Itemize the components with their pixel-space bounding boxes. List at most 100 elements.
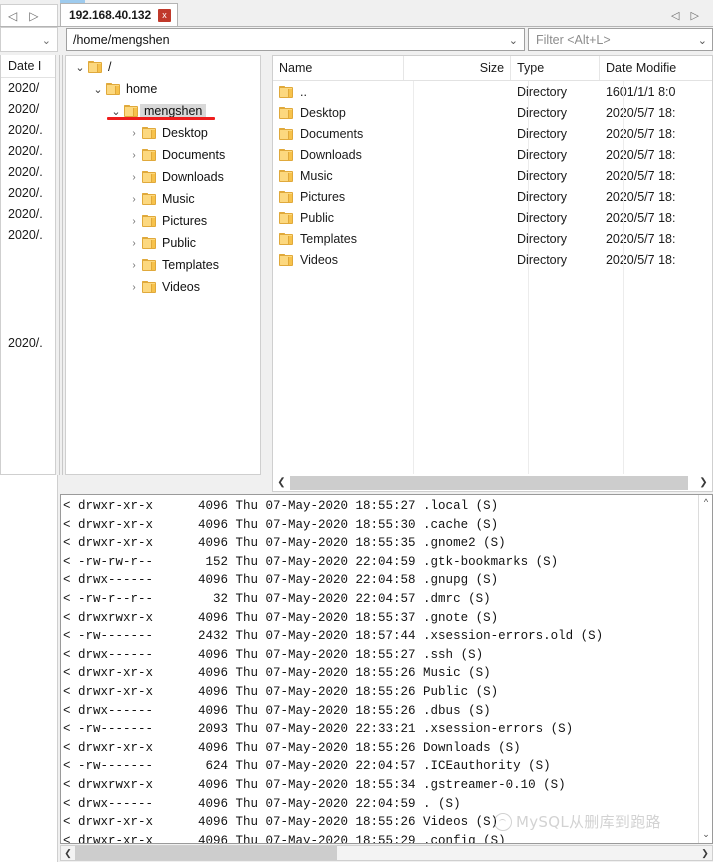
file-size-cell	[404, 228, 511, 249]
file-name-label: Templates	[300, 231, 357, 246]
log-line: < drwx------ 4096 Thu 07-May-2020 18:55:…	[63, 647, 484, 662]
file-name-cell: Documents	[273, 123, 404, 144]
log-line: < drwxr-xr-x 4096 Thu 07-May-2020 18:55:…	[63, 833, 506, 844]
log-line: < -rw-rw-r-- 152 Thu 07-May-2020 22:04:5…	[63, 554, 559, 569]
column-header-name[interactable]: Name	[273, 56, 404, 80]
chevron-right-icon[interactable]: ›	[126, 172, 142, 183]
chevron-right-icon[interactable]: ›	[126, 150, 142, 161]
folder-icon	[279, 127, 293, 140]
tree-node-Downloads[interactable]: › Downloads	[66, 166, 260, 188]
folder-icon	[279, 85, 293, 98]
tab-scroll-right-icon[interactable]: ▷	[690, 9, 698, 22]
local-date-cell[interactable]: 2020/.	[1, 225, 55, 246]
tree-node-Documents[interactable]: › Documents	[66, 144, 260, 166]
file-name-label: Desktop	[300, 105, 346, 120]
tree-node-Videos[interactable]: › Videos	[66, 276, 260, 298]
local-path-combo[interactable]: ⌄	[0, 27, 58, 52]
local-date-cell[interactable]: 2020/	[1, 78, 55, 99]
local-date-cell[interactable]: 2020/.	[1, 183, 55, 204]
file-row[interactable]: Public Directory 2020/5/7 18:	[273, 207, 712, 228]
column-divider	[413, 81, 414, 474]
chevron-down-icon[interactable]: ⌄	[108, 105, 124, 118]
chevron-right-icon[interactable]: ›	[126, 260, 142, 271]
tabstrip-scroll-arrows[interactable]: ◁ ▷	[671, 8, 711, 22]
tree-node-Public[interactable]: › Public	[66, 232, 260, 254]
file-row[interactable]: Downloads Directory 2020/5/7 18:	[273, 144, 712, 165]
session-log-console[interactable]: < drwxr-xr-x 4096 Thu 07-May-2020 18:55:…	[60, 494, 713, 844]
chevron-down-icon[interactable]: ⌄	[701, 829, 711, 841]
tree-node-Templates[interactable]: › Templates	[66, 254, 260, 276]
filter-input[interactable]: Filter <Alt+L> ⌄	[528, 28, 713, 51]
local-date-cell[interactable]: 2020/.	[1, 204, 55, 225]
file-row[interactable]: Pictures Directory 2020/5/7 18:	[273, 186, 712, 207]
file-row[interactable]: Desktop Directory 2020/5/7 18:	[273, 102, 712, 123]
chevron-right-icon[interactable]: ›	[126, 238, 142, 249]
column-header-type[interactable]: Type	[511, 56, 600, 80]
tree-node-[interactable]: ⌄ /	[66, 56, 260, 78]
chevron-down-icon[interactable]: ⌄	[72, 61, 88, 74]
log-line: < drwxr-xr-x 4096 Thu 07-May-2020 18:55:…	[63, 517, 499, 532]
file-name-cell: Public	[273, 207, 404, 228]
remote-file-list[interactable]: Name Size Type Date Modifie .. Directory 1…	[272, 55, 713, 475]
file-type-cell: Directory	[517, 105, 568, 120]
file-date-cell: 2020/5/7 18:	[605, 210, 676, 225]
local-date-cell[interactable]: 2020/.	[1, 120, 55, 141]
annotation-underline	[107, 117, 215, 120]
local-column-header-date[interactable]: Date I	[1, 55, 55, 78]
tree-node-Music[interactable]: › Music	[66, 188, 260, 210]
folder-icon	[142, 237, 156, 249]
tree-node-Desktop[interactable]: › Desktop	[66, 122, 260, 144]
session-tab-192-168-40-132[interactable]: 192.168.40.132 x	[60, 3, 179, 27]
console-vscrollbar[interactable]: ^ ⌄	[698, 495, 712, 843]
chevron-left-icon[interactable]: ❮	[61, 846, 75, 860]
file-row[interactable]: Music Directory 2020/5/7 18:	[273, 165, 712, 186]
file-date-cell: 2020/5/7 18:	[605, 168, 676, 183]
folder-icon	[142, 259, 156, 271]
close-icon[interactable]: x	[158, 8, 172, 22]
tab-scroll-left-icon[interactable]: ◁	[671, 9, 679, 22]
nav-forward-icon[interactable]: ▷	[29, 10, 38, 22]
file-row[interactable]: Videos Directory 2020/5/7 18:	[273, 249, 712, 270]
chevron-down-icon[interactable]: ⌄	[698, 34, 707, 47]
file-row[interactable]: Documents Directory 2020/5/7 18:	[273, 123, 712, 144]
chevron-right-icon[interactable]: ›	[126, 128, 142, 139]
chevron-right-icon[interactable]: ›	[126, 282, 142, 293]
chevron-up-icon[interactable]: ^	[701, 497, 711, 509]
file-row[interactable]: .. Directory 1601/1/1 8:0	[273, 81, 712, 102]
file-list-header[interactable]: Name Size Type Date Modifie	[273, 56, 712, 81]
file-type-cell: Directory	[517, 231, 568, 246]
hscrollbar-thumb[interactable]	[290, 475, 688, 490]
local-date-cell[interactable]: 2020/.	[1, 162, 55, 183]
file-row[interactable]: Templates Directory 2020/5/7 18:	[273, 228, 712, 249]
chevron-down-icon[interactable]: ⌄	[509, 34, 518, 47]
chevron-right-icon[interactable]: ›	[126, 194, 142, 205]
nav-back-icon[interactable]: ◁	[8, 10, 17, 22]
tree-node-label: Music	[162, 192, 195, 206]
file-date-cell: 1601/1/1 8:0	[605, 84, 676, 99]
folder-icon	[124, 105, 138, 117]
file-list-hscrollbar[interactable]: ❮ ❯	[272, 474, 713, 492]
local-date-cell[interactable]: 2020/.	[1, 333, 55, 354]
tree-node-Pictures[interactable]: › Pictures	[66, 210, 260, 232]
chevron-right-icon[interactable]: ❯	[695, 475, 712, 491]
chevron-left-icon[interactable]: ❮	[273, 475, 290, 491]
session-nav-arrows[interactable]: ◁ ▷	[8, 8, 56, 24]
chevron-down-icon[interactable]: ⌄	[42, 34, 51, 47]
log-line: < drwx------ 4096 Thu 07-May-2020 18:55:…	[63, 703, 491, 718]
column-header-date[interactable]: Date Modifie	[600, 56, 712, 80]
console-hscrollbar-thumb[interactable]	[75, 846, 337, 860]
file-date-cell: 2020/5/7 18:	[605, 105, 676, 120]
chevron-down-icon[interactable]: ⌄	[90, 83, 106, 96]
console-hscrollbar[interactable]: ❮ ❯	[60, 845, 713, 861]
console-hscrollbar-track[interactable]	[75, 846, 698, 860]
column-header-size[interactable]: Size	[404, 56, 512, 80]
tree-node-home[interactable]: ⌄ home	[66, 78, 260, 100]
chevron-right-icon[interactable]: ❯	[698, 846, 712, 860]
chevron-right-icon[interactable]: ›	[126, 216, 142, 227]
local-file-panel[interactable]: Date I 2020/2020/2020/. 2020/. 2020/. 2020/…	[0, 55, 56, 475]
hscrollbar-track[interactable]	[290, 474, 695, 491]
local-date-cell[interactable]: 2020/.	[1, 141, 55, 162]
panel-splitter[interactable]	[57, 55, 65, 475]
local-date-cell[interactable]: 2020/	[1, 99, 55, 120]
remote-path-input[interactable]: /home/mengshen ⌄	[66, 28, 525, 51]
